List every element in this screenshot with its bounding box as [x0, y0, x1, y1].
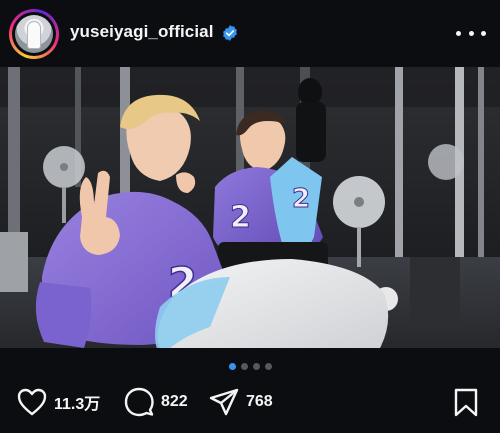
avatar-figure	[28, 22, 40, 48]
share-icon	[209, 388, 239, 416]
username-link[interactable]: yuseiyagi_official	[70, 22, 214, 42]
carousel-dot	[240, 363, 248, 370]
post-header: yuseiyagi_official	[0, 0, 500, 66]
verified-badge-icon	[223, 25, 237, 41]
carousel-indicator	[0, 363, 500, 373]
more-options-button[interactable]	[456, 24, 486, 42]
like-count: 11.3万	[54, 396, 101, 413]
post-photo[interactable]: 2 2 2	[0, 67, 500, 348]
more-dot	[468, 30, 474, 36]
action-bar: 11.3万 822 768	[0, 384, 500, 424]
avatar[interactable]	[9, 9, 59, 59]
avatar-gap	[12, 12, 56, 56]
carousel-dot	[264, 363, 272, 370]
comment-button[interactable]: 822	[124, 384, 188, 420]
avatar-image	[15, 15, 53, 53]
more-dot	[456, 30, 461, 36]
save-button[interactable]	[453, 388, 479, 423]
svg-text:2: 2	[292, 184, 310, 214]
heart-icon	[17, 388, 47, 416]
share-button[interactable]: 768	[209, 384, 273, 420]
svg-text:2: 2	[230, 200, 251, 235]
comment-icon	[124, 387, 154, 417]
more-dot	[481, 30, 486, 36]
comment-count: 822	[161, 393, 188, 410]
share-count: 768	[246, 393, 273, 410]
bookmark-icon	[454, 388, 478, 417]
like-button[interactable]: 11.3万	[17, 384, 100, 420]
carousel-dot-active	[228, 363, 236, 370]
carousel-dot	[252, 363, 260, 370]
photo-illustration: 2 2 2	[0, 67, 500, 348]
